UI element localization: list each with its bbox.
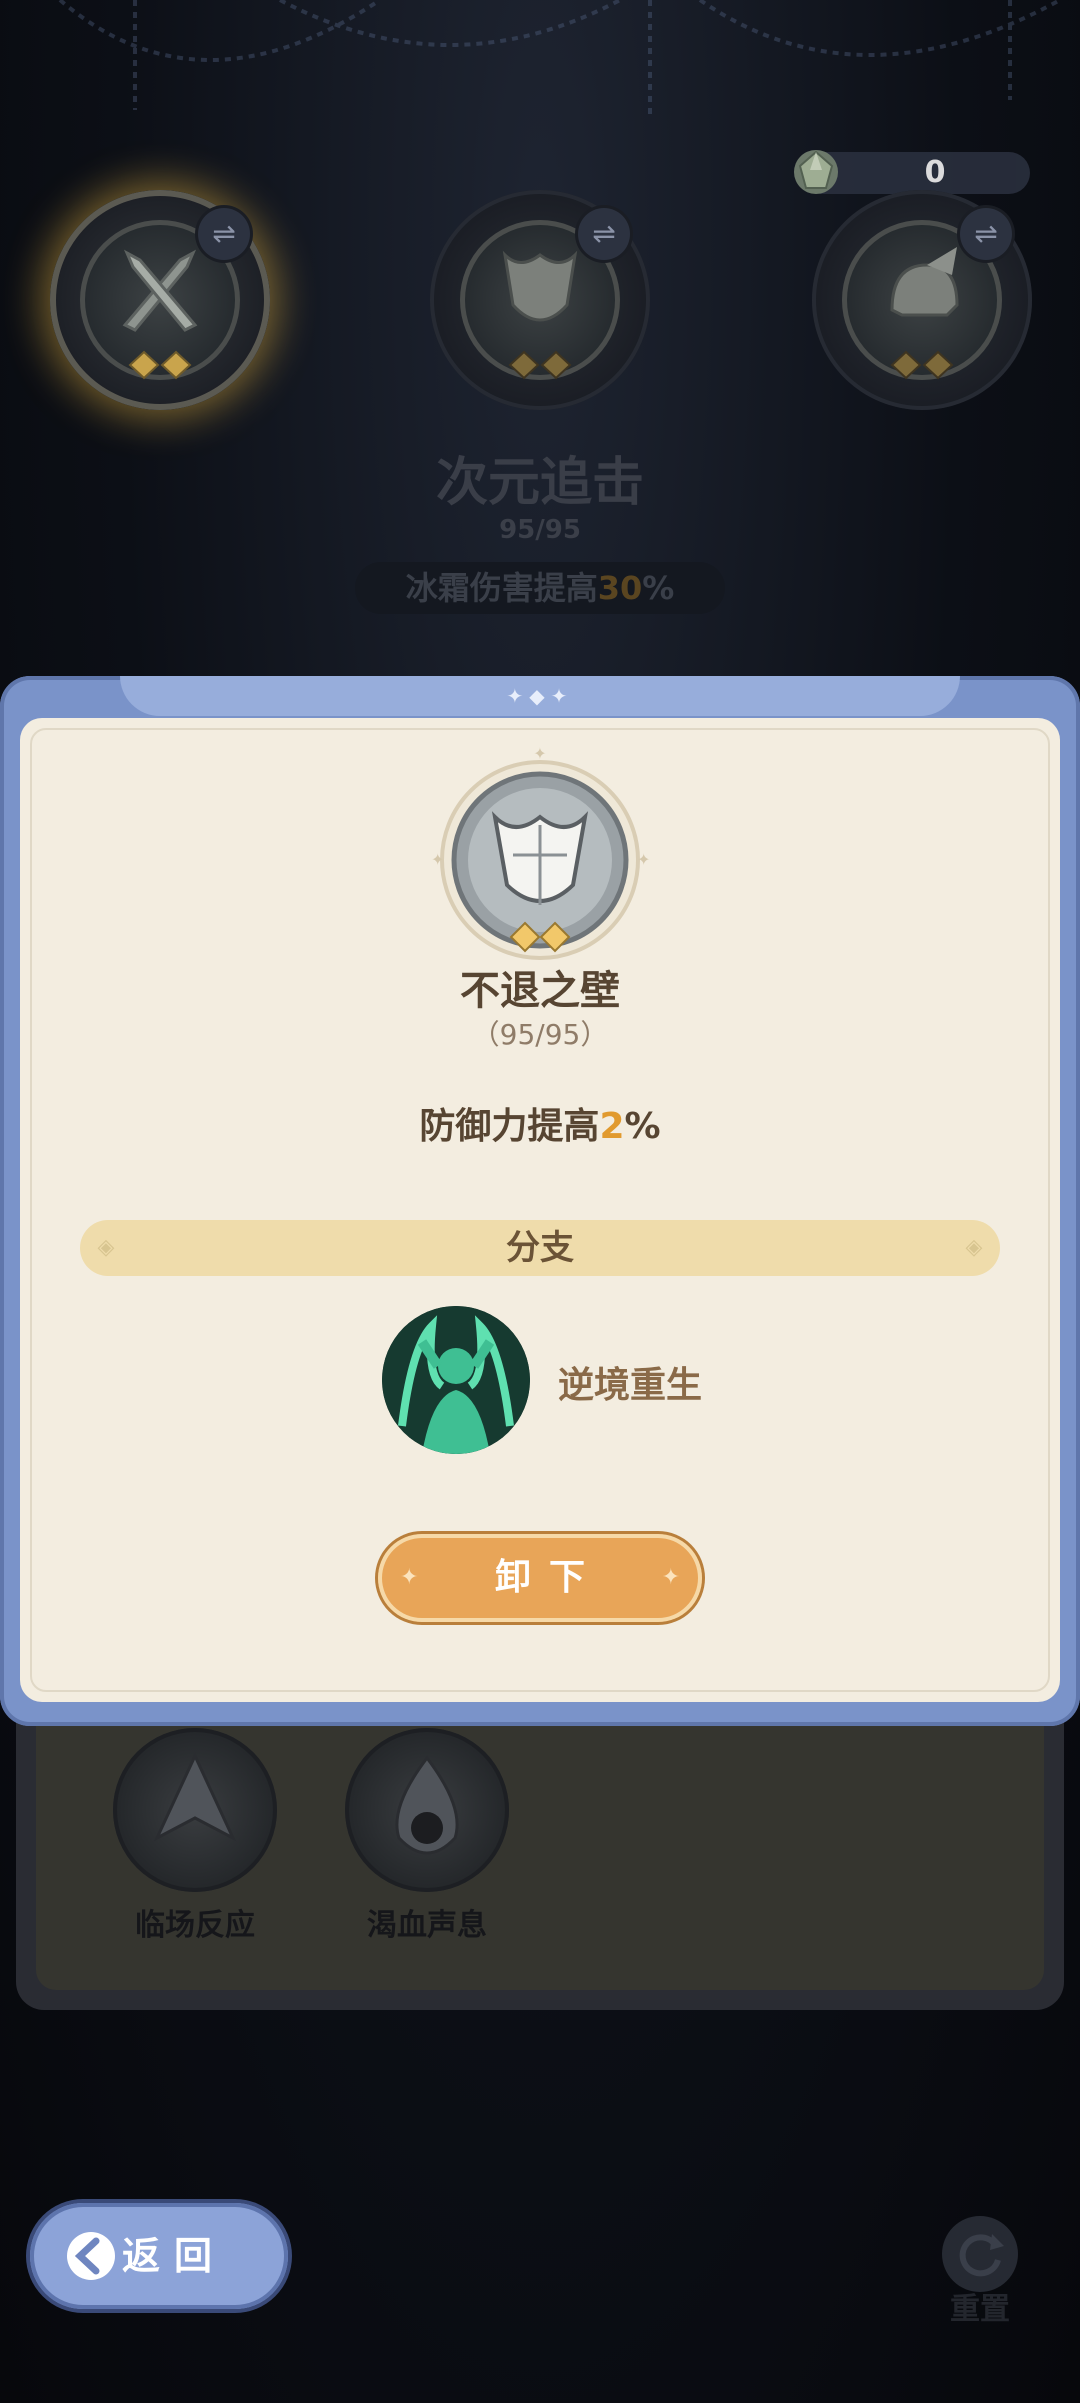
- selected-skill-effect: 冰霜伤害提高30%: [355, 562, 725, 614]
- unequip-label: 卸下: [494, 1557, 603, 1598]
- swap-icon[interactable]: ⇌: [578, 208, 630, 260]
- currency-value: 0: [924, 155, 946, 190]
- rank-diamonds-icon: [890, 350, 954, 380]
- hanging-chains-decoration: [58, 0, 1061, 120]
- rank-diamonds-icon: [508, 350, 572, 380]
- branch-item-label[interactable]: 逆境重生: [558, 1356, 702, 1408]
- svg-text:✦: ✦: [431, 850, 444, 869]
- dialog-skill-effect: 防御力提高2%: [0, 1097, 1080, 1149]
- effect-unit: %: [642, 569, 675, 607]
- selected-skill-count: 95/95: [499, 515, 581, 545]
- tulip-shield-icon: ✦ ✦ ✦: [431, 745, 650, 960]
- dialog-ornament: ✦◆✦: [506, 684, 574, 708]
- reset-icon: [942, 2216, 1018, 2292]
- effect-value: 2: [599, 1106, 625, 1147]
- svg-text:✦: ✦: [533, 745, 546, 763]
- winged-helmet-icon: [890, 247, 959, 317]
- sparkle-icon: ✦: [661, 1565, 680, 1590]
- back-button[interactable]: 返回: [30, 2203, 288, 2309]
- currency-display: 0: [794, 150, 1030, 194]
- branch-node-1-label: 临场反应: [135, 1908, 255, 1943]
- effect-value: 30: [597, 569, 643, 607]
- branch-node-2-label: 渴血声息: [367, 1908, 487, 1943]
- swap-icon[interactable]: ⇌: [198, 208, 250, 260]
- dialog-skill-title: 不退之壁: [460, 968, 620, 1014]
- branch-node-2[interactable]: 渴血声息: [342, 1728, 512, 1944]
- back-label: 返回: [122, 2234, 227, 2278]
- svg-text:✦: ✦: [637, 850, 650, 869]
- effect-text: 防御力提高: [419, 1106, 600, 1147]
- blood-drop-skull-icon: [345, 1728, 509, 1892]
- rebirth-figure-icon[interactable]: [382, 1306, 530, 1454]
- skill-slot-1[interactable]: ⇌: [50, 190, 270, 410]
- tulip-shield-icon: [502, 250, 578, 322]
- branch-section-header: ◈ 分支 ◈: [80, 1220, 1000, 1276]
- dialog-skill-count: （95/95）: [471, 1018, 609, 1051]
- crystal-gem-icon: [794, 150, 838, 194]
- effect-unit: %: [624, 1106, 661, 1147]
- effect-text: 冰霜伤害提高: [405, 569, 598, 607]
- rank-diamonds-icon: [128, 350, 192, 380]
- selected-skill-title: 次元追击: [435, 453, 644, 513]
- unequip-button[interactable]: ✦ 卸下 ✦: [378, 1534, 702, 1622]
- crystal-arrow-icon: [113, 1728, 277, 1892]
- skill-slot-3[interactable]: ⇌: [812, 190, 1032, 410]
- branch-node-1[interactable]: 临场反应: [110, 1728, 280, 1944]
- back-arrow-icon: [67, 2232, 115, 2280]
- sparkle-icon: ✦: [400, 1565, 419, 1590]
- skill-slot-2[interactable]: ⇌: [430, 190, 650, 410]
- diamond-ornament-icon: ◈: [965, 1235, 983, 1260]
- crossed-swords-icon: [122, 249, 198, 332]
- reset-button[interactable]: 重置: [930, 2216, 1030, 2327]
- swap-icon[interactable]: ⇌: [960, 208, 1012, 260]
- branch-header-label: 分支: [506, 1228, 574, 1268]
